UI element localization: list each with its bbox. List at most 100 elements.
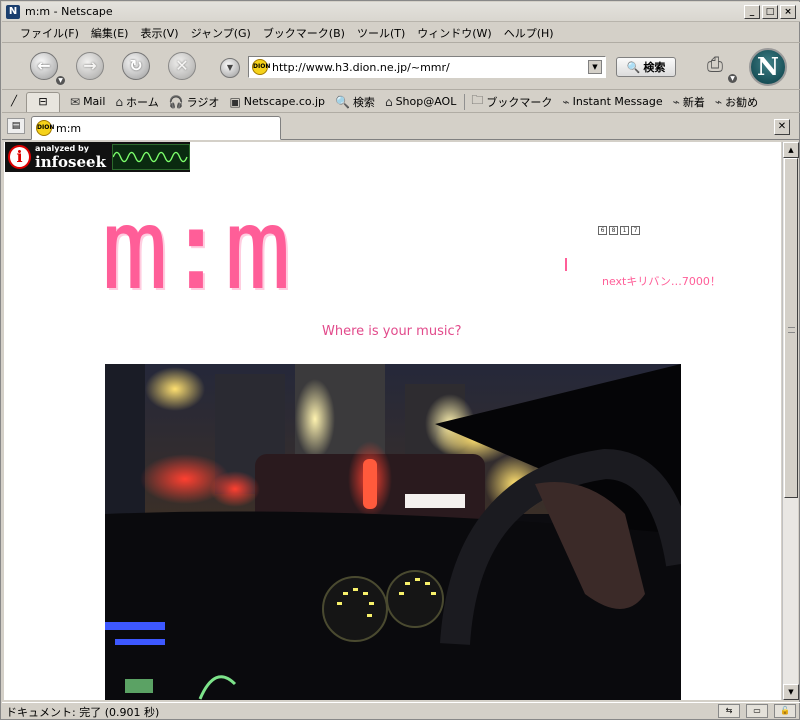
pb-item-radio[interactable]: 🎧 ラジオ xyxy=(169,94,220,110)
personal-toolbar: ╱ ⊟ ✉ Mail ⌂ ホーム 🎧 ラジオ ▣ Netscape.co.jp 🔍 検索 … xyxy=(2,91,800,113)
new-tab-icon[interactable]: ▤ xyxy=(7,118,25,134)
search-button[interactable]: 🔍 検索 xyxy=(616,57,676,77)
vertical-scrollbar[interactable]: ▲ ▼ xyxy=(782,142,799,700)
maximize-button[interactable]: □ xyxy=(762,5,778,19)
url-input[interactable]: http://www.h3.dion.ne.jp/~mmr/ xyxy=(272,61,588,74)
infoseek-logo-icon: i xyxy=(8,145,31,169)
access-counter: 6 8 1 7 xyxy=(598,226,640,235)
infoseek-text: analyzed by infoseek xyxy=(35,144,106,171)
menu-file[interactable]: ファイル(F) xyxy=(14,25,85,41)
scroll-down-button[interactable]: ▼ xyxy=(783,684,799,700)
menu-bar: ファイル(F) 編集(E) 表示(V) ジャンプ(G) ブックマーク(B) ツー… xyxy=(2,23,800,43)
sidebar-icon: ⊟ xyxy=(38,94,48,108)
print-icon[interactable]: ⎙ xyxy=(700,52,730,78)
pb-item-new[interactable]: ⌁ 新着 xyxy=(673,94,705,110)
night-drive-photo xyxy=(105,364,681,700)
site-logo: m:m xyxy=(101,185,291,315)
pb-item-mail-label: Mail xyxy=(83,95,106,108)
forward-arrow-icon: → xyxy=(83,56,97,75)
pb-item-instant-message[interactable]: ⌁ Instant Message xyxy=(562,95,662,109)
back-button[interactable]: ← xyxy=(30,52,58,80)
infoseek-big-text: infoseek xyxy=(35,152,106,171)
print-dropdown[interactable]: ▼ xyxy=(728,74,737,83)
reload-icon: ↻ xyxy=(129,56,143,75)
kiriban-notice: nextキリバン…7000！ xyxy=(602,275,721,288)
tab-current-page[interactable]: DION m:m xyxy=(31,116,281,140)
pb-item-radio-label: ラジオ xyxy=(186,95,220,109)
go-dropdown-button[interactable]: ▼ xyxy=(220,58,240,78)
forward-button[interactable]: → xyxy=(76,52,104,80)
pb-item-shop-label: Shop@AOL xyxy=(395,95,457,108)
online-status-icon[interactable]: ⇆ xyxy=(718,704,740,718)
menu-tools[interactable]: ツール(T) xyxy=(351,25,411,41)
link-icon: ⌁ xyxy=(672,94,680,109)
magnifier-icon: 🔍 xyxy=(626,60,641,74)
security-lock-icon[interactable]: 🔓 xyxy=(774,704,796,718)
bookmark-folder-icon: 🗀 xyxy=(471,93,484,107)
pb-item-search[interactable]: 🔍 検索 xyxy=(335,94,375,110)
pb-item-shop[interactable]: ⌂ Shop@AOL xyxy=(385,95,456,109)
counter-digit: 7 xyxy=(631,226,640,235)
menu-help[interactable]: ヘルプ(H) xyxy=(498,25,560,41)
home-icon: ⌂ xyxy=(115,94,124,109)
site-favicon-icon: DION xyxy=(252,59,270,75)
tab-label: m:m xyxy=(56,121,82,135)
tab-favicon-icon: DION xyxy=(36,120,54,136)
close-tab-button[interactable]: ✕ xyxy=(774,119,790,135)
shop-icon: ⌂ xyxy=(384,94,393,109)
waveform-icon xyxy=(112,144,190,170)
pb-item-netscape-label: Netscape.co.jp xyxy=(243,95,325,108)
title-bar: N m:m - Netscape _ □ × xyxy=(2,2,800,22)
netscape-app-icon: N xyxy=(6,4,20,19)
tab-strip: ▤ DION m:m ✕ xyxy=(2,114,800,140)
link-icon: ⌁ xyxy=(714,94,723,109)
search-button-label: 検索 xyxy=(643,61,666,74)
pb-item-mail[interactable]: ✉ Mail xyxy=(70,95,105,109)
status-text: ドキュメント: 完了 (0.901 秒) xyxy=(6,705,160,719)
pb-item-recommended[interactable]: ⌁ お勧め xyxy=(715,94,758,110)
url-bar[interactable]: DION http://www.h3.dion.ne.jp/~mmr/ ▼ xyxy=(248,56,606,78)
mail-icon: ✉ xyxy=(70,94,81,109)
menu-view[interactable]: 表示(V) xyxy=(134,25,184,41)
pb-item-new-label: 新着 xyxy=(682,95,705,109)
pb-item-home[interactable]: ⌂ ホーム xyxy=(115,94,158,110)
infoseek-badge[interactable]: i analyzed by infoseek xyxy=(5,142,190,172)
pb-item-instant-message-label: Instant Message xyxy=(572,95,663,108)
menu-edit[interactable]: 編集(E) xyxy=(85,25,135,41)
window-controls: _ □ × xyxy=(744,5,796,19)
toolbar-separator xyxy=(464,93,466,110)
back-history-dropdown[interactable]: ▼ xyxy=(56,76,65,85)
pb-item-bookmarks-label: ブックマーク xyxy=(486,95,553,109)
my-netscape-icon: ▣ xyxy=(229,94,241,109)
scroll-up-button[interactable]: ▲ xyxy=(783,142,799,158)
tagline-link[interactable]: Where is your music? xyxy=(322,324,462,339)
stop-icon: ✕ xyxy=(175,56,189,75)
netscape-logo-icon[interactable]: N xyxy=(749,48,787,86)
page-content: i analyzed by infoseek m:m 6 8 1 7 nextキ… xyxy=(4,142,781,700)
search-icon: 🔍 xyxy=(334,94,350,109)
pb-item-search-label: 検索 xyxy=(352,95,375,109)
url-history-dropdown[interactable]: ▼ xyxy=(588,60,602,74)
status-icons: ⇆ ▭ 🔓 xyxy=(718,704,796,718)
scroll-thumb[interactable] xyxy=(784,158,798,498)
pb-item-bookmarks[interactable]: 🗀 ブックマーク xyxy=(471,91,552,112)
reload-button[interactable]: ↻ xyxy=(122,52,150,80)
menu-window[interactable]: ウィンドウ(W) xyxy=(411,25,497,41)
back-arrow-icon: ← xyxy=(37,56,51,75)
counter-digit: 1 xyxy=(620,226,629,235)
scroll-grip-icon xyxy=(788,327,795,333)
counter-digit: 6 xyxy=(598,226,607,235)
close-button[interactable]: × xyxy=(780,5,796,19)
pb-item-home-label: ホーム xyxy=(126,95,159,109)
minimize-button[interactable]: _ xyxy=(744,5,760,19)
sidebar-toggle-button[interactable]: ⊟ xyxy=(26,91,60,112)
pb-item-recommended-label: お勧め xyxy=(725,95,759,109)
counter-digit: 8 xyxy=(609,226,618,235)
pb-item-netscape[interactable]: ▣ Netscape.co.jp xyxy=(229,95,325,109)
popup-blocker-icon[interactable]: ▭ xyxy=(746,704,768,718)
menu-go[interactable]: ジャンプ(G) xyxy=(185,25,257,41)
toolbar-grip-icon[interactable]: ╱ xyxy=(6,94,22,110)
browser-window: N m:m - Netscape _ □ × ファイル(F) 編集(E) 表示(… xyxy=(0,0,800,720)
menu-bookmarks[interactable]: ブックマーク(B) xyxy=(257,25,351,41)
stop-button[interactable]: ✕ xyxy=(168,52,196,80)
